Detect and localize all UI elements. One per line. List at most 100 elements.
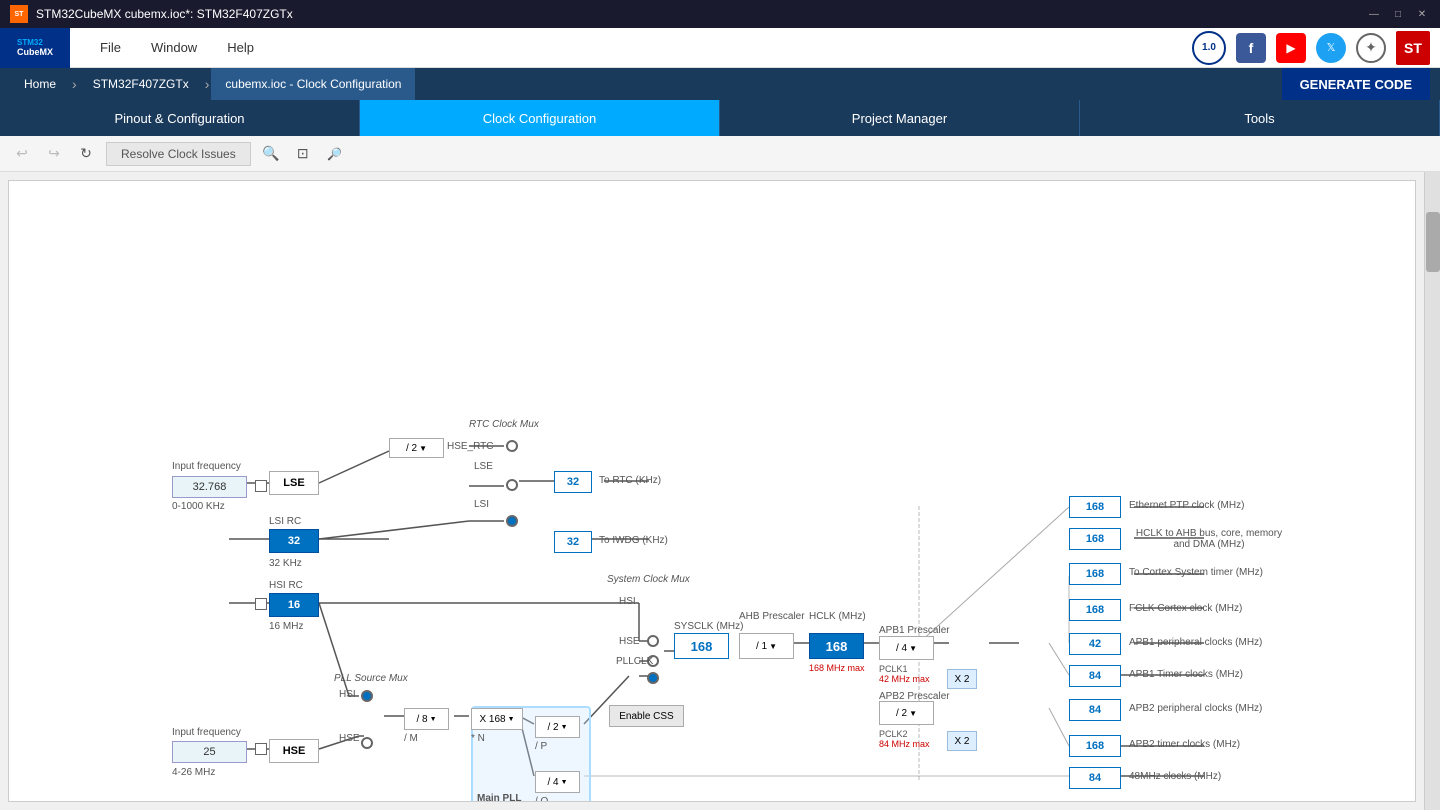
diagram-container: Input frequency 32.768 0-1000 KHz LSE LS… [9,181,1415,801]
apb1-timer-val[interactable]: 84 [1069,665,1121,687]
lsi-rc-label: LSI RC [269,516,301,527]
tab-project-manager[interactable]: Project Manager [720,100,1080,136]
menu-bar: STM32 CubeMX File Window Help 1.0 f ▶ 𝕏 … [0,28,1440,68]
breadcrumb-device[interactable]: STM32F407ZGTx [79,68,203,100]
p-label: / P [535,741,547,752]
ahb-label: HCLK to AHB bus, core, memory and DMA (M… [1129,528,1289,550]
hsi-checkbox[interactable] [255,598,267,610]
n-label: * N [471,733,485,744]
apb2-periph-label: APB2 peripheral clocks (MHz) [1129,703,1262,714]
main-tabs: Pinout & Configuration Clock Configurati… [0,100,1440,136]
sysclk-val-box[interactable]: 168 [674,633,729,659]
lsi-unit-label: 32 KHz [269,558,302,569]
fclk-label: FCLK Cortex clock (MHz) [1129,603,1242,614]
breadcrumb-arrow-1: › [72,76,77,92]
rtc-mux-lsi-radio[interactable] [506,515,518,527]
menu-help[interactable]: Help [227,40,254,55]
main-pll-label: Main PLL [477,793,521,802]
apb2-timer-label: APB2 timer clocks (MHz) [1129,739,1240,750]
iwdg-to-label: To IWDG (KHz) [599,535,668,546]
apb1-prescaler-dropdown[interactable]: / 4▼ [879,636,934,660]
cortex-timer-label: To Cortex System timer (MHz) [1129,567,1263,578]
apb1-periph-val[interactable]: 42 [1069,633,1121,655]
apb1-timer-label: APB1 Timer clocks (MHz) [1129,669,1243,680]
close-button[interactable]: ✕ [1414,6,1430,22]
zoom-out-button[interactable]: 🔎 [323,142,347,166]
lse-checkbox[interactable] [255,480,267,492]
q-label: / Q [535,796,548,802]
scroll-thumb[interactable] [1426,212,1440,272]
rtc-mux-lse-radio[interactable] [506,479,518,491]
n-multiplier-dropdown[interactable]: X 168▼ [471,708,523,730]
48mhz-val[interactable]: 84 [1069,767,1121,789]
fit-button[interactable]: ⊡ [291,142,315,166]
lsi-value-box[interactable]: 32 [269,529,319,553]
network-icon[interactable]: ✦ [1356,33,1386,63]
generate-code-button[interactable]: GENERATE CODE [1282,68,1430,100]
apb1-prescaler-label: APB1 Prescaler [879,625,950,636]
version-badge: 1.0 [1192,31,1226,65]
menu-file[interactable]: File [100,40,121,55]
zoom-in-button[interactable]: 🔍 [259,142,283,166]
p-divider-dropdown[interactable]: / 2▼ [535,716,580,738]
hsi-rc-label: HSI RC [269,580,303,591]
hclk-val-box[interactable]: 168 [809,633,864,659]
resolve-clock-button[interactable]: Resolve Clock Issues [106,142,251,166]
minimize-button[interactable]: — [1366,6,1382,22]
hclk-max-label: 168 MHz max [809,663,865,673]
ahb-prescaler-label: AHB Prescaler [739,611,805,622]
breadcrumb-home[interactable]: Home [10,68,70,100]
hsi-unit-label: 16 MHz [269,621,303,632]
hse-rtc-label: HSE_RTC [447,441,494,452]
iwdg-val-box[interactable]: 32 [554,531,592,553]
input-freq-1-range: 0-1000 KHz [172,501,252,512]
rtc-mux-hse-radio[interactable] [506,440,518,452]
hse-rtc-div-dropdown[interactable]: / 2▼ [389,438,444,458]
sys-mux-pll-radio[interactable] [647,672,659,684]
sys-mux-label: System Clock Mux [607,574,690,585]
apb2-prescaler-dropdown[interactable]: / 2▼ [879,701,934,725]
fclk-val[interactable]: 168 [1069,599,1121,621]
pclk1-max-label: 42 MHz max [879,674,930,684]
right-scrollbar[interactable] [1424,172,1440,810]
undo-button[interactable]: ↩ [10,142,34,166]
maximize-button[interactable]: □ [1390,6,1406,22]
hse-box: HSE [269,739,319,763]
sysclk-label: SYSCLK (MHz) [674,621,743,632]
pll-src-hsi-radio[interactable] [361,690,373,702]
twitter-icon[interactable]: 𝕏 [1316,33,1346,63]
breadcrumb-current[interactable]: cubemx.ioc - Clock Configuration [211,68,415,100]
tab-clock[interactable]: Clock Configuration [360,100,720,136]
cortex-timer-val[interactable]: 168 [1069,563,1121,585]
input-freq-2-value[interactable]: 25 [172,741,247,763]
apb2-periph-val[interactable]: 84 [1069,699,1121,721]
pll-src-hse-radio[interactable] [361,737,373,749]
menu-window[interactable]: Window [151,40,197,55]
m-label: / M [404,733,418,744]
tab-pinout[interactable]: Pinout & Configuration [0,100,360,136]
eth-ptp-val[interactable]: 168 [1069,496,1121,518]
hsi-sys-label: HSI [619,596,636,607]
youtube-icon[interactable]: ▶ [1276,33,1306,63]
q-divider-dropdown[interactable]: / 4▼ [535,771,580,793]
facebook-icon[interactable]: f [1236,33,1266,63]
pclk2-label: PCLK2 [879,729,908,739]
st-brand-icon[interactable]: ST [1396,31,1430,65]
input-freq-1-value[interactable]: 32.768 [172,476,247,498]
ahb-prescaler-dropdown[interactable]: / 1▼ [739,633,794,659]
redo-button[interactable]: ↪ [42,142,66,166]
tab-tools[interactable]: Tools [1080,100,1440,136]
hse-checkbox[interactable] [255,743,267,755]
rtc-mux-label: RTC Clock Mux [469,419,539,430]
m-divider-dropdown[interactable]: / 8▼ [404,708,449,730]
enable-css-button[interactable]: Enable CSS [609,705,684,727]
pll-src-label: PLL Source Mux [334,673,408,684]
refresh-button[interactable]: ↻ [74,142,98,166]
rtc-val-box[interactable]: 32 [554,471,592,493]
window-controls[interactable]: — □ ✕ [1366,6,1430,22]
ahb-val[interactable]: 168 [1069,528,1121,550]
breadcrumb-bar: Home › STM32F407ZGTx › cubemx.ioc - Cloc… [0,68,1440,100]
sys-mux-hsi-radio[interactable] [647,635,659,647]
apb2-timer-val[interactable]: 168 [1069,735,1121,757]
hsi-value-box[interactable]: 16 [269,593,319,617]
